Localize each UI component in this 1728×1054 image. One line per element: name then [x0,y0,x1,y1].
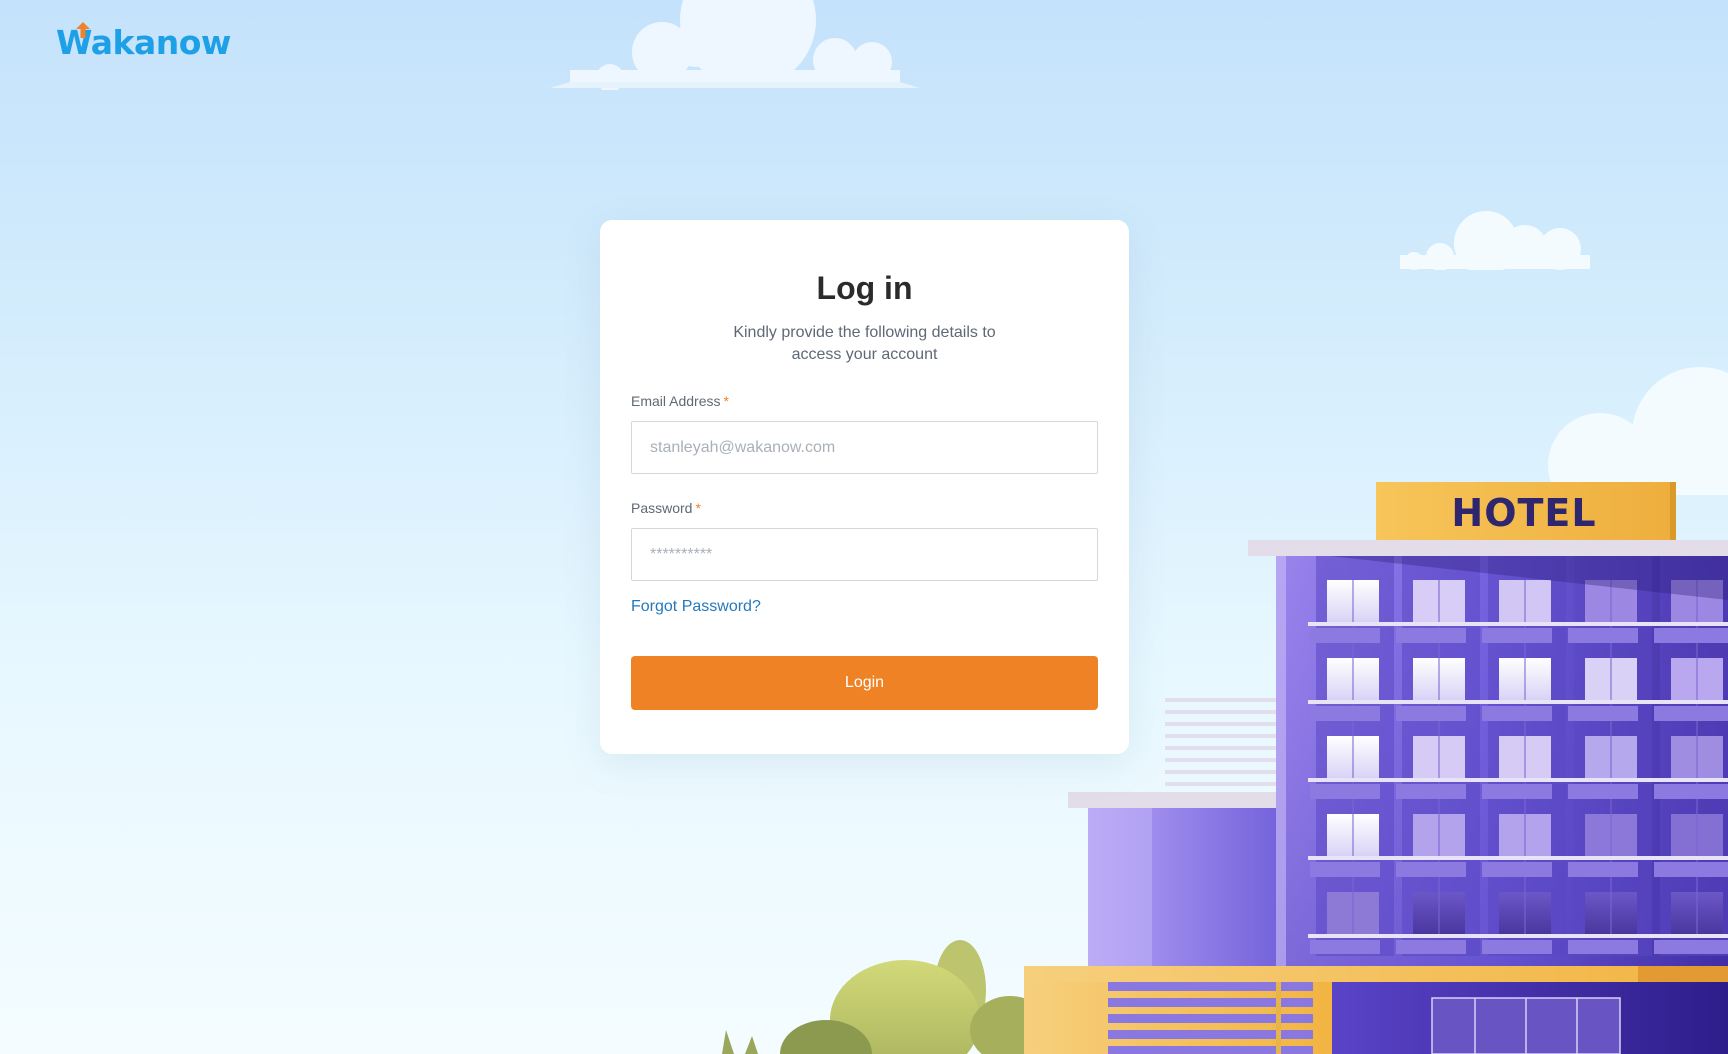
login-subtitle-line-2: access your account [791,346,938,363]
hotel-sign: HOTEL [1451,491,1596,535]
login-subtitle: Kindly provide the following details to … [600,322,1129,366]
password-required-mark: * [695,500,701,516]
password-label-text: Password [631,500,693,516]
bushes [722,940,1050,1054]
email-input[interactable] [631,421,1098,474]
forgot-password-link[interactable]: Forgot Password? [631,598,761,616]
login-subtitle-line-1: Kindly provide the following details to [733,324,996,341]
email-label-text: Email Address [631,393,721,409]
password-label: Password * [631,500,701,516]
login-title: Log in [816,270,913,306]
email-required-mark: * [723,393,729,409]
password-input[interactable] [631,528,1098,581]
email-label: Email Address * [631,393,729,409]
login-button[interactable]: Login [631,656,1098,710]
login-card: Log in Kindly provide the following deta… [600,220,1129,754]
